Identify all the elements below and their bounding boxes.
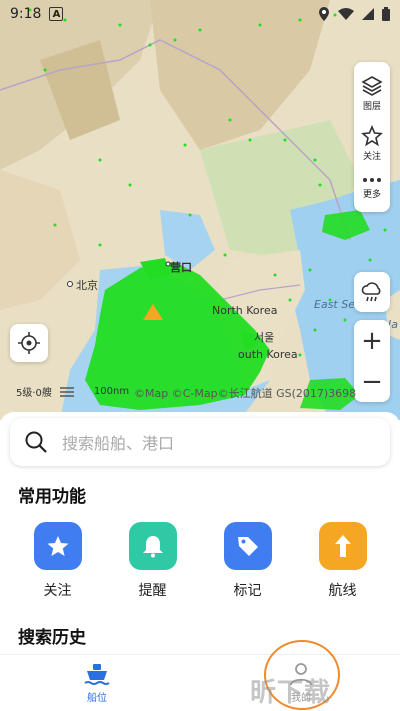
search-bar[interactable]: 搜索船舶、港口 [10, 418, 390, 466]
layers-button[interactable]: 图层 [361, 75, 383, 112]
map-scale: 5级·0艘 100nm [16, 384, 129, 399]
star-outline-icon [361, 124, 383, 146]
scale-level: 5级·0艘 [16, 388, 52, 399]
map-label-yingkou: 营口 [170, 261, 192, 274]
map-copyright: ©Map ©C-Map©长江航道 GS(2017)3698 [134, 387, 357, 400]
weather-button[interactable] [354, 272, 390, 312]
follow-button[interactable]: 关注 [361, 124, 383, 162]
layers-icon [361, 75, 383, 96]
feature-route-label: 航线 [328, 583, 357, 599]
follow-label: 关注 [362, 151, 381, 162]
status-bar: 9:18 A [0, 0, 400, 28]
feature-route[interactable]: 航线 [318, 522, 367, 600]
feature-mark-label: 标记 [233, 583, 262, 599]
star-icon [33, 522, 82, 570]
common-features-grid: 关注 提醒 标记 航线 [10, 522, 390, 600]
cloud-rain-icon [361, 282, 381, 302]
scale-distance: 100nm [93, 386, 130, 397]
crosshair-icon [18, 332, 40, 354]
bottom-tab-bar: 船位 我的 [0, 654, 400, 711]
tag-icon [223, 522, 272, 570]
map-tools-panel: 图层 关注 更多 [354, 62, 390, 212]
notification-icon: A [49, 7, 64, 21]
battery-icon [382, 7, 390, 21]
tab-ship-position[interactable]: 船位 [84, 663, 110, 704]
layers-label: 图层 [362, 101, 381, 112]
map-label-south-korea: outh Korea [238, 348, 298, 361]
more-button[interactable]: 更多 [361, 175, 383, 200]
locate-button[interactable] [10, 324, 48, 362]
search-history-title: 搜索历史 [18, 628, 86, 648]
feature-follow-label: 关注 [43, 583, 72, 599]
tab-ship-position-label: 船位 [87, 693, 107, 704]
map-label-beijing: 北京 [76, 279, 98, 292]
more-dots-icon [363, 177, 381, 182]
feature-reminder[interactable]: 提醒 [128, 522, 177, 600]
search-icon [25, 431, 47, 453]
more-label: 更多 [362, 189, 381, 200]
common-features-title: 常用功能 [18, 487, 86, 507]
feature-mark[interactable]: 标记 [223, 522, 272, 600]
wifi-icon [338, 8, 354, 20]
search-input[interactable]: 搜索船舶、港口 [62, 430, 174, 454]
menu-icon[interactable] [59, 386, 74, 397]
route-arrow-icon [318, 522, 367, 570]
map-canvas[interactable] [0, 0, 400, 420]
ship-icon [84, 664, 110, 685]
status-time: 9:18 [10, 6, 42, 22]
bell-icon [128, 522, 177, 570]
map-label-east-sea: East Se [314, 298, 355, 311]
zoom-controls: + − [354, 320, 390, 402]
map-label-seoul: 서울 [254, 331, 275, 344]
zoom-out-button[interactable]: − [361, 369, 383, 395]
zoom-in-button[interactable]: + [361, 328, 383, 354]
feature-follow[interactable]: 关注 [33, 522, 82, 600]
feature-reminder-label: 提醒 [138, 583, 167, 599]
map-view[interactable]: 北京 营口 North Korea 서울 outh Korea East Se … [0, 0, 400, 420]
watermark: 昕下载 [250, 678, 332, 708]
map-label-north-korea: North Korea [212, 304, 278, 317]
signal-icon [362, 8, 374, 20]
location-icon [319, 7, 329, 21]
